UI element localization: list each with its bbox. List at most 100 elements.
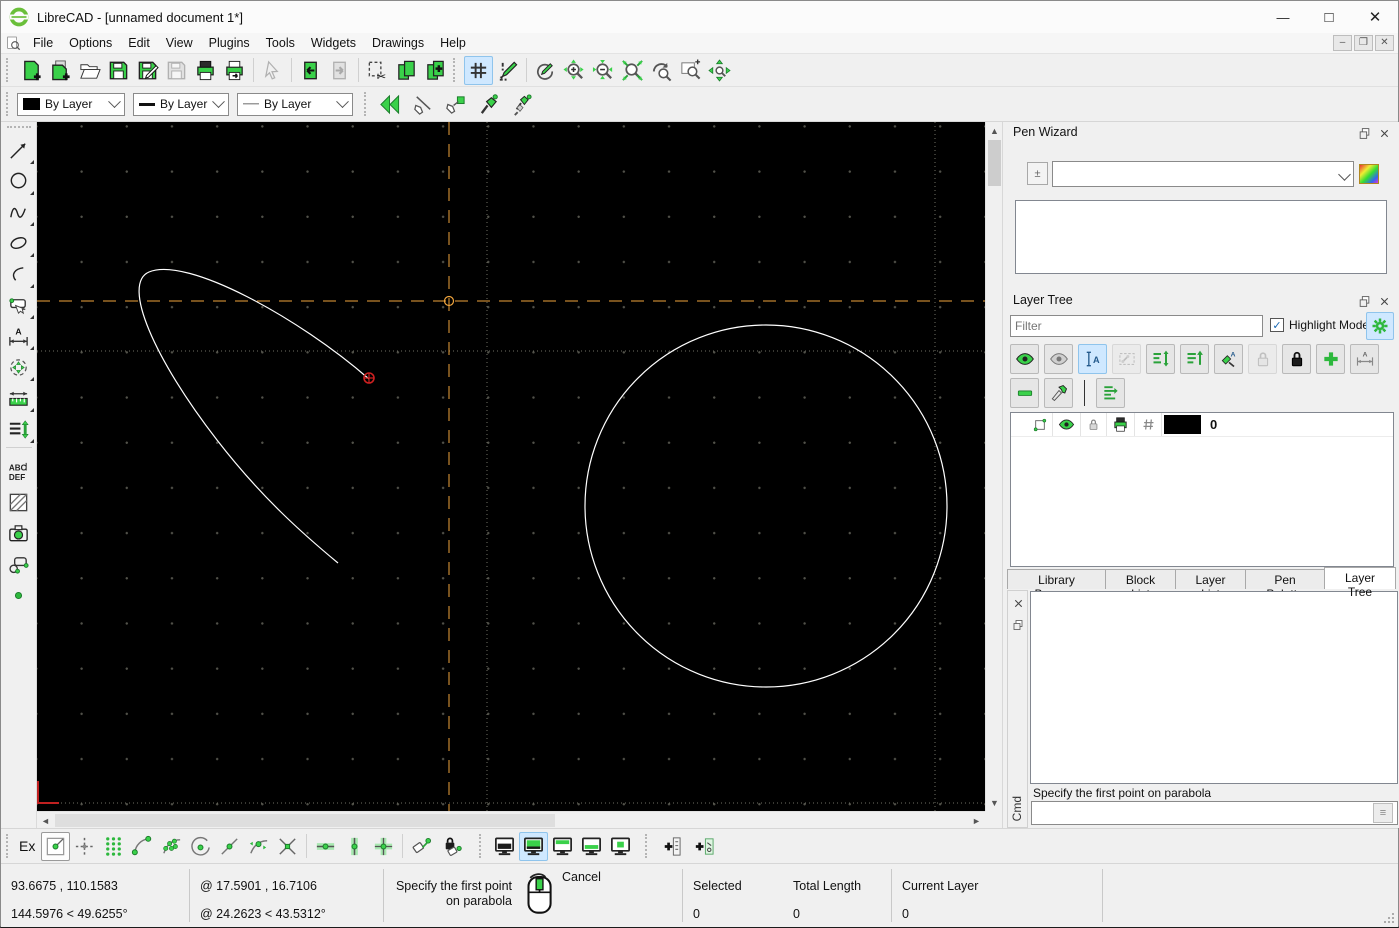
toolbar-drag-handle[interactable] xyxy=(479,834,485,858)
snap-on-entity-button[interactable] xyxy=(157,832,186,861)
command-close-icon[interactable] xyxy=(1010,595,1026,611)
point-tool-button[interactable] xyxy=(2,580,36,611)
add-command-widget-button[interactable] xyxy=(656,832,685,861)
mdi-minimize-button[interactable]: – xyxy=(1333,35,1352,51)
layer-filter-input[interactable] xyxy=(1010,315,1263,337)
layer-color-swatch[interactable] xyxy=(1164,415,1201,434)
tab-layer-list[interactable]: Layer List xyxy=(1175,569,1246,601)
open-button[interactable] xyxy=(75,56,104,85)
restrict-horizontal-button[interactable] xyxy=(311,832,340,861)
toolbar-drag-handle[interactable] xyxy=(645,834,651,858)
selection-pointer-button[interactable] xyxy=(258,56,287,85)
snap-free-button[interactable] xyxy=(41,831,71,861)
scroll-right-arrow[interactable]: ► xyxy=(968,812,985,829)
layer-lock-icon[interactable] xyxy=(1081,413,1107,436)
pen-pick-button[interactable] xyxy=(474,90,503,119)
command-input[interactable]: ≡ xyxy=(1031,801,1398,825)
layer-construction-icon[interactable] xyxy=(1027,413,1053,436)
snap-middle-button[interactable] xyxy=(215,832,244,861)
menu-edit[interactable]: Edit xyxy=(120,34,158,52)
toolbar-drag-handle[interactable] xyxy=(453,58,459,82)
unlock-all-layers-button[interactable] xyxy=(1248,344,1277,374)
layer-print-icon[interactable] xyxy=(1107,413,1135,436)
block-tool-button[interactable] xyxy=(2,549,36,580)
command-history[interactable] xyxy=(1030,591,1398,784)
pen-apply-button[interactable] xyxy=(507,90,536,119)
scroll-left-arrow[interactable]: ◄ xyxy=(37,812,54,829)
menu-help[interactable]: Help xyxy=(432,34,474,52)
vertical-scroll-thumb[interactable] xyxy=(988,140,1001,186)
zoom-window-button[interactable] xyxy=(676,56,705,85)
menu-view[interactable]: View xyxy=(158,34,201,52)
set-relative-zero-button[interactable] xyxy=(407,832,436,861)
arc-tool-button[interactable] xyxy=(2,259,36,290)
mdi-close-button[interactable]: ✕ xyxy=(1375,35,1394,51)
horizontal-scrollbar[interactable]: ◄ ► xyxy=(37,811,985,828)
menu-plugins[interactable]: Plugins xyxy=(201,34,258,52)
hide-all-layers-button[interactable] xyxy=(1044,344,1073,374)
layer-list[interactable]: 0 xyxy=(1010,412,1394,567)
dimension-tool-button[interactable] xyxy=(2,321,36,352)
save-as-button[interactable] xyxy=(133,56,162,85)
remove-layer-button[interactable] xyxy=(1010,378,1039,408)
menu-widgets[interactable]: Widgets xyxy=(303,34,364,52)
pick-entity-button[interactable] xyxy=(441,90,470,119)
snap-distance-button[interactable] xyxy=(244,832,273,861)
pen-color-combobox[interactable]: By Layer xyxy=(17,92,125,116)
close-button[interactable]: ✕ xyxy=(1352,1,1398,33)
pen-wizard-spin-button[interactable]: ± xyxy=(1027,162,1048,185)
toggle-dimension-layers-button[interactable] xyxy=(1350,344,1379,374)
add-layer-button[interactable] xyxy=(1316,344,1345,374)
zoom-in-button[interactable] xyxy=(560,56,589,85)
dock-area-bottom-button[interactable] xyxy=(577,832,606,861)
redraw-button[interactable] xyxy=(531,56,560,85)
save-button[interactable] xyxy=(104,56,133,85)
toolbar-drag-handle[interactable] xyxy=(6,126,31,132)
lock-relative-zero-button[interactable] xyxy=(436,832,465,861)
flatten-tree-button[interactable] xyxy=(1096,378,1125,408)
tab-library-browser[interactable]: Library Browser xyxy=(1007,569,1106,601)
maximize-button[interactable]: □ xyxy=(1306,1,1352,33)
pen-linetype-combobox[interactable]: By Layer xyxy=(237,92,353,116)
add-custom-widget-button[interactable] xyxy=(689,832,718,861)
menu-options[interactable]: Options xyxy=(61,34,120,52)
undo-button[interactable] xyxy=(296,56,325,85)
new-from-template-button[interactable] xyxy=(46,56,75,85)
pen-wizard-float-icon[interactable] xyxy=(1356,125,1372,141)
redo-button[interactable] xyxy=(325,56,354,85)
circle-entity[interactable] xyxy=(584,324,948,688)
scroll-up-arrow[interactable]: ▲ xyxy=(986,122,1003,139)
back-button[interactable] xyxy=(375,90,404,119)
command-float-icon[interactable] xyxy=(1010,617,1026,633)
measure-tool-button[interactable] xyxy=(2,383,36,414)
order-tool-button[interactable] xyxy=(2,414,36,445)
copy-button[interactable] xyxy=(392,56,421,85)
layer-tree-float-icon[interactable] xyxy=(1356,293,1372,309)
previous-view-button[interactable] xyxy=(647,56,676,85)
scroll-down-arrow[interactable]: ▼ xyxy=(986,794,1003,811)
dock-area-main-button[interactable] xyxy=(519,831,549,861)
mdi-document-icon[interactable] xyxy=(5,35,21,51)
horizontal-scroll-thumb[interactable] xyxy=(55,814,555,827)
paste-button[interactable] xyxy=(421,56,450,85)
toolbar-drag-handle[interactable] xyxy=(6,834,12,858)
image-tool-button[interactable] xyxy=(2,518,36,549)
tab-layer-tree[interactable]: Layer Tree xyxy=(1324,567,1396,599)
snap-endpoints-button[interactable] xyxy=(128,832,157,861)
pen-wizard-combobox[interactable] xyxy=(1052,161,1354,187)
snap-center-button[interactable] xyxy=(186,832,215,861)
print-button[interactable] xyxy=(191,56,220,85)
toolbar-drag-handle[interactable] xyxy=(6,92,12,116)
menu-tools[interactable]: Tools xyxy=(258,34,303,52)
text-tool-button[interactable] xyxy=(2,456,36,487)
drawing-canvas[interactable] xyxy=(37,122,985,811)
edit-layer-attributes-button[interactable] xyxy=(1214,344,1243,374)
layer-construction-grid-icon[interactable] xyxy=(1135,413,1162,436)
snap-on-grid-button[interactable] xyxy=(99,832,128,861)
snap-intersection-button[interactable] xyxy=(273,832,302,861)
pen-wizard-list[interactable] xyxy=(1015,200,1387,274)
select-layer-entities-button[interactable] xyxy=(1112,344,1141,374)
parabola-preview-curve[interactable] xyxy=(138,268,370,564)
construction-layer-button[interactable] xyxy=(1044,378,1073,408)
grid-toggle-button[interactable] xyxy=(464,55,493,85)
